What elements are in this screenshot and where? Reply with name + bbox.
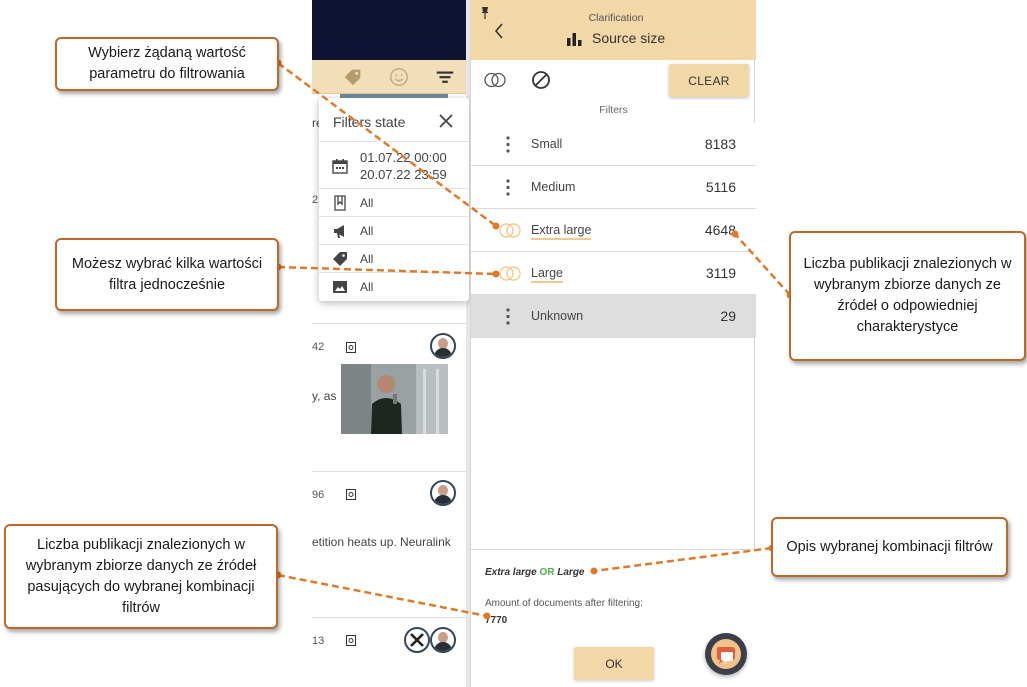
popup-date-row: 01.07.22 00:00 20.07.22 23:59 bbox=[319, 141, 469, 188]
popup-filter-value: All bbox=[360, 196, 374, 210]
back-chevron-icon[interactable] bbox=[493, 22, 505, 40]
background-number: 96 bbox=[312, 489, 325, 501]
source-doc-icon bbox=[346, 489, 356, 500]
panel-header: Clarification Source size bbox=[471, 0, 756, 60]
filter-row-extra-large[interactable]: Extra large 4648 bbox=[471, 209, 756, 252]
filter-row-medium[interactable]: Medium 5116 bbox=[471, 166, 756, 209]
background-number: 42 bbox=[312, 341, 325, 353]
source-doc-icon bbox=[346, 342, 356, 353]
callout-combo-description: Opis wybranej kombinacji filtrów bbox=[771, 517, 1008, 577]
avatar[interactable] bbox=[430, 333, 456, 359]
filter-count: 4648 bbox=[704, 222, 736, 238]
image-icon bbox=[333, 281, 347, 293]
popup-filter-value: All bbox=[360, 280, 374, 294]
amount-value: 7770 bbox=[485, 615, 508, 626]
popup-filter-value: All bbox=[360, 224, 374, 238]
popup-filter-row: All bbox=[319, 244, 469, 272]
filter-label: Small bbox=[531, 137, 563, 151]
clear-button[interactable]: CLEAR bbox=[669, 64, 749, 97]
panel-title-group: Source size bbox=[567, 29, 665, 47]
panel-footer: Extra large OR Large Amount of documents… bbox=[471, 549, 756, 687]
panel-title: Source size bbox=[592, 30, 666, 46]
chat-button[interactable] bbox=[705, 633, 747, 675]
close-icon[interactable] bbox=[437, 112, 455, 130]
filter-row-small[interactable]: Small 8183 bbox=[471, 123, 756, 166]
kebab-menu-icon[interactable] bbox=[506, 308, 510, 325]
popup-title: Filters state bbox=[333, 114, 406, 130]
smiley-icon[interactable] bbox=[388, 66, 410, 88]
background-number: 13 bbox=[312, 635, 325, 647]
divider bbox=[312, 323, 468, 324]
date-to: 20.07.22 23:59 bbox=[360, 167, 447, 182]
bar-chart-icon bbox=[567, 32, 582, 46]
filter-row-large[interactable]: Large 3119 bbox=[471, 252, 756, 295]
divider bbox=[312, 617, 468, 618]
chat-bubble-icon bbox=[711, 639, 741, 669]
filter-combination-description: Extra large OR Large bbox=[485, 567, 585, 578]
popup-filter-value: All bbox=[360, 252, 374, 266]
filter-count: 29 bbox=[720, 308, 736, 324]
source-doc-icon bbox=[346, 635, 356, 646]
or-mode-icon[interactable] bbox=[483, 71, 507, 89]
x-logo-icon[interactable] bbox=[404, 627, 430, 653]
panel-toolbar: CLEAR bbox=[471, 60, 756, 102]
filters-section-label: Filters bbox=[599, 104, 628, 116]
calendar-icon bbox=[332, 159, 348, 174]
background-number: 2 bbox=[312, 194, 319, 206]
article-photo[interactable] bbox=[341, 364, 448, 434]
popup-filter-row: All bbox=[319, 272, 469, 300]
ok-button[interactable]: OK bbox=[574, 647, 654, 680]
background-snippet: y, as bbox=[312, 389, 337, 403]
document-icon bbox=[334, 195, 346, 211]
avatar[interactable] bbox=[430, 480, 456, 506]
filter-icon[interactable] bbox=[434, 66, 456, 88]
filter-label: Medium bbox=[531, 180, 576, 194]
popup-filter-row: All bbox=[319, 216, 469, 244]
background-toolbar bbox=[312, 60, 468, 94]
tag-icon[interactable] bbox=[342, 66, 364, 88]
amount-label: Amount of documents after filtering: bbox=[485, 598, 643, 609]
filter-count: 5116 bbox=[705, 179, 736, 195]
filter-label: Large bbox=[531, 266, 563, 283]
filter-label: Extra large bbox=[531, 223, 592, 240]
combo-value: Extra large bbox=[485, 567, 537, 578]
background-app-header bbox=[312, 0, 468, 60]
filters-state-popup: Filters state 01.07.22 00:00 20.07.22 23… bbox=[319, 98, 469, 301]
filter-label: Unknown bbox=[531, 309, 584, 323]
kebab-menu-icon[interactable] bbox=[506, 179, 510, 196]
kebab-menu-icon[interactable] bbox=[506, 136, 510, 153]
date-from: 01.07.22 00:00 bbox=[360, 150, 447, 165]
tag-icon bbox=[333, 252, 347, 266]
filter-row-unknown[interactable]: Unknown 29 bbox=[471, 295, 756, 338]
callout-select-value: Wybierz żądaną wartość parametru do filt… bbox=[55, 37, 279, 91]
filter-count: 3119 bbox=[705, 265, 736, 281]
popup-filter-row: All bbox=[319, 188, 469, 216]
callout-multi-select: Możesz wybrać kilka wartości filtra jedn… bbox=[55, 238, 279, 311]
megaphone-icon bbox=[334, 225, 344, 238]
combo-operator: OR bbox=[539, 567, 555, 578]
callout-total-count: Liczba publikacji znalezionych w wybrany… bbox=[4, 524, 278, 629]
panel-subtitle: Clarification bbox=[588, 12, 644, 24]
source-size-panel: Clarification Source size CLEAR Filters … bbox=[470, 0, 756, 687]
selected-or-rings-icon[interactable] bbox=[498, 265, 522, 282]
background-snippet: etition heats up. Neuralink bbox=[312, 535, 451, 549]
selected-or-rings-icon[interactable] bbox=[498, 222, 522, 239]
block-icon[interactable] bbox=[531, 70, 551, 90]
combo-value: Large bbox=[557, 567, 585, 578]
filter-count: 8183 bbox=[704, 136, 736, 152]
divider bbox=[312, 471, 468, 472]
avatar[interactable] bbox=[430, 627, 456, 653]
callout-count-per-value: Liczba publikacji znalezionych w wybrany… bbox=[789, 231, 1026, 361]
